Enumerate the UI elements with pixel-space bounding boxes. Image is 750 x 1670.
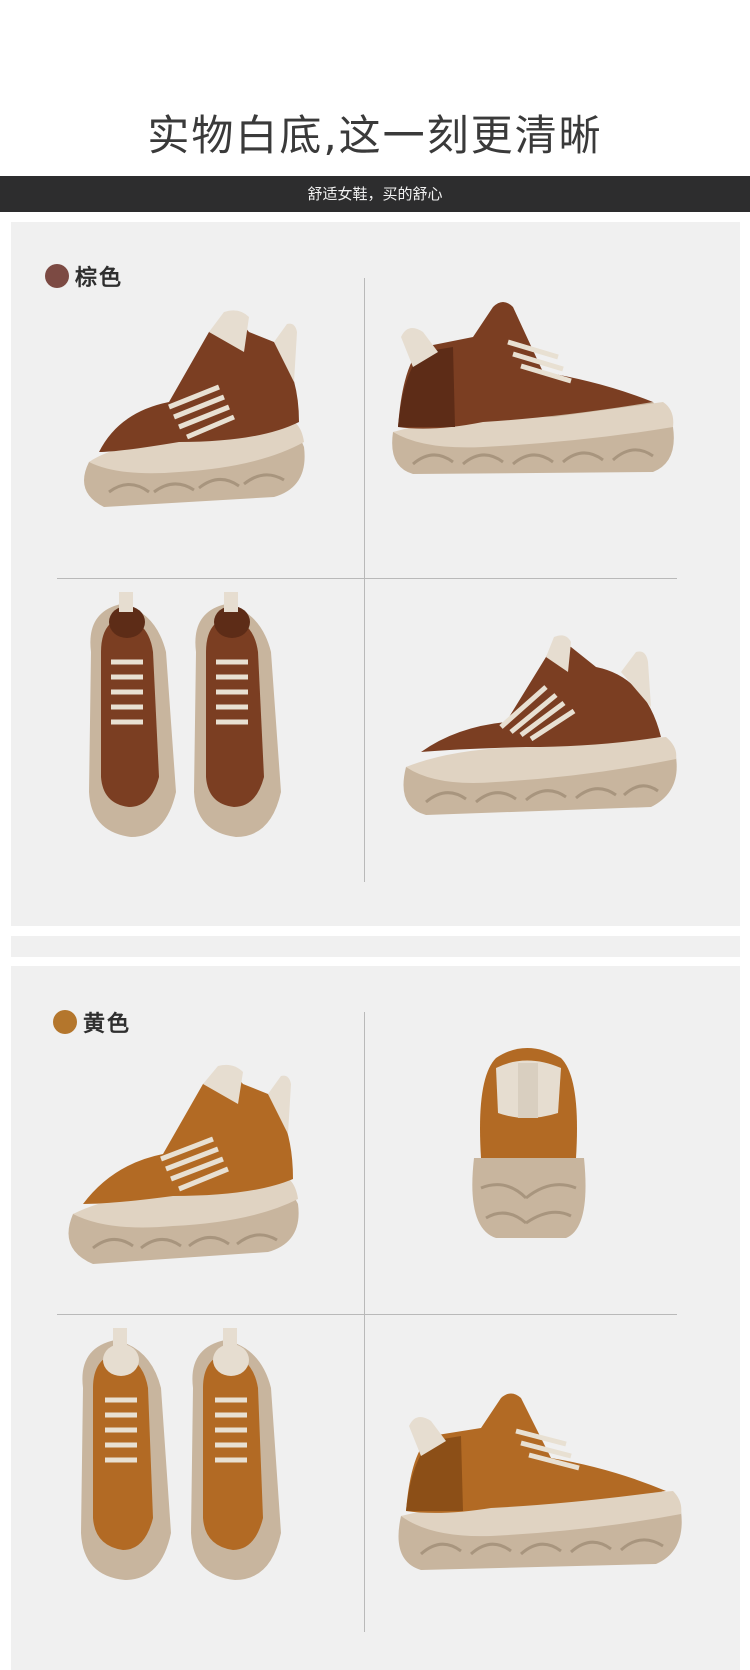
shoe-side-view <box>53 1054 313 1274</box>
color-dot <box>53 1010 77 1034</box>
shoe-side-view <box>383 292 683 502</box>
page-headline: 实物白底,这一刻更清晰 <box>147 111 603 160</box>
color-label: 棕色 <box>45 260 123 292</box>
section-separator <box>11 936 740 957</box>
color-name: 黄色 <box>83 1012 132 1037</box>
shoe-side-view <box>396 627 681 832</box>
shoe-back-view <box>466 1038 591 1243</box>
grid-divider-horizontal <box>57 578 677 579</box>
grid-divider-vertical <box>364 1012 365 1632</box>
grid-divider-horizontal <box>57 1314 677 1315</box>
shoe-top-view-pair <box>73 1328 293 1586</box>
color-label: 黄色 <box>53 1006 131 1038</box>
color-name: 棕色 <box>75 266 124 291</box>
shoe-top-view-pair <box>81 592 291 842</box>
color-section-yellow: 黄色 <box>11 966 740 1670</box>
shoe-side-view <box>59 292 319 522</box>
color-section-brown: 棕色 <box>11 222 740 926</box>
shoe-side-view <box>391 1386 686 1586</box>
color-dot <box>45 264 69 288</box>
slogan-banner: 舒适女鞋，买的舒心 <box>0 176 750 212</box>
grid-divider-vertical <box>364 278 365 882</box>
